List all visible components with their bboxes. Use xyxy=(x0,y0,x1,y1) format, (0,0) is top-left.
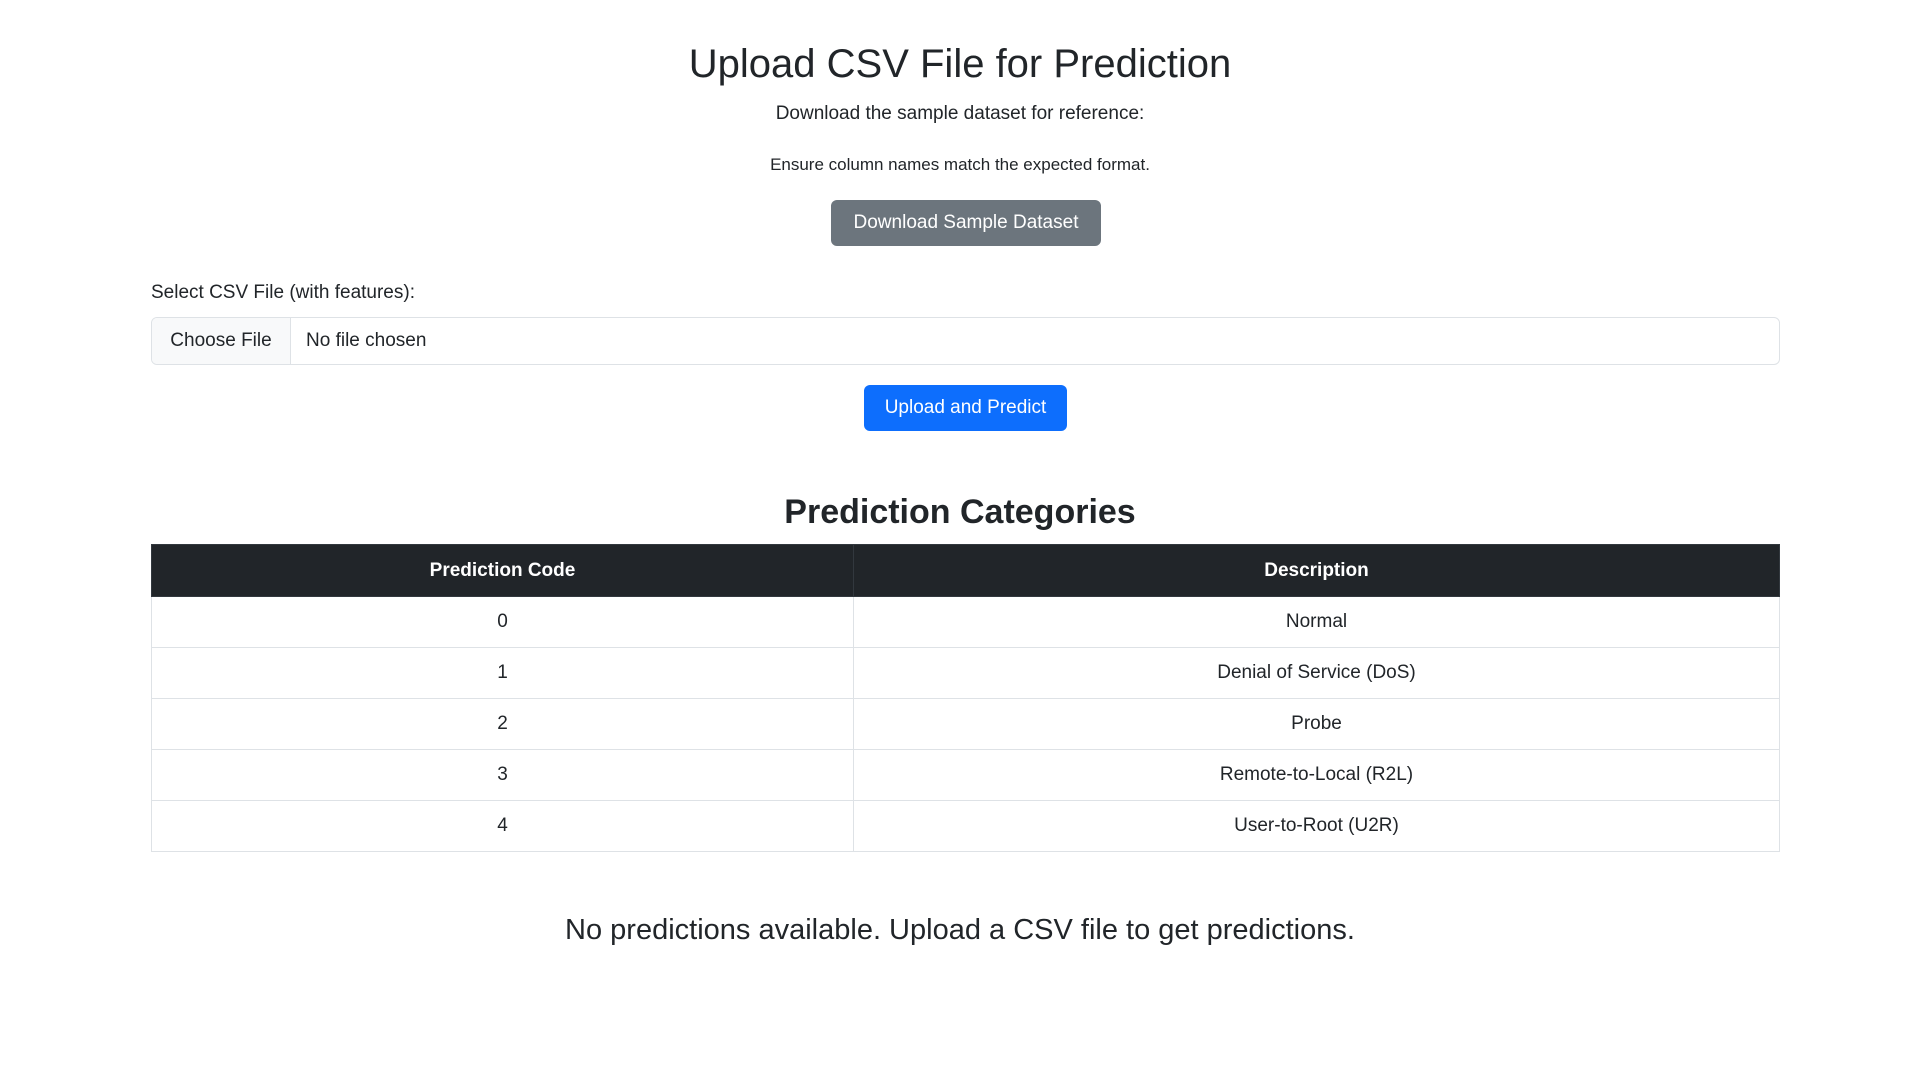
description-cell: Remote-to-Local (R2L) xyxy=(853,749,1780,801)
table-row: 3 Remote-to-Local (R2L) xyxy=(151,749,1780,801)
table-row: 4 User-to-Root (U2R) xyxy=(151,800,1780,852)
categories-table: Prediction Code Description 0 Normal 1 D… xyxy=(151,544,1780,852)
column-header: Prediction Code xyxy=(151,544,854,597)
description-cell: User-to-Root (U2R) xyxy=(853,800,1780,852)
prediction-code-cell: 1 xyxy=(151,647,854,699)
page: Upload CSV File for Prediction Download … xyxy=(0,0,1920,1080)
column-header: Description xyxy=(853,544,1780,597)
prediction-code-cell: 4 xyxy=(151,800,854,852)
description-cell: Normal xyxy=(853,596,1780,648)
description-cell: Probe xyxy=(853,698,1780,750)
file-status-text: No file chosen xyxy=(306,330,427,351)
page-subtitle: Download the sample dataset for referenc… xyxy=(775,103,1145,124)
table-header-row: Prediction Code Description xyxy=(151,544,1780,597)
download-sample-button[interactable]: Download Sample Dataset xyxy=(831,200,1101,246)
description-cell: Denial of Service (DoS) xyxy=(853,647,1780,699)
format-note: Ensure column names match the expected f… xyxy=(770,155,1150,174)
prediction-code-cell: 2 xyxy=(151,698,854,750)
empty-predictions-message: No predictions available. Upload a CSV f… xyxy=(565,914,1355,946)
table-row: 1 Denial of Service (DoS) xyxy=(151,647,1780,699)
csv-file-input[interactable]: Choose File No file chosen xyxy=(151,317,1780,365)
table-row: 2 Probe xyxy=(151,698,1780,750)
upload-predict-button[interactable]: Upload and Predict xyxy=(864,385,1067,431)
choose-file-button[interactable]: Choose File xyxy=(152,318,291,364)
prediction-code-cell: 3 xyxy=(151,749,854,801)
categories-title: Prediction Categories xyxy=(784,493,1136,531)
file-input-label: Select CSV File (with features): xyxy=(151,282,415,303)
page-title: Upload CSV File for Prediction xyxy=(688,42,1232,86)
prediction-code-cell: 0 xyxy=(151,596,854,648)
table-row: 0 Normal xyxy=(151,596,1780,648)
